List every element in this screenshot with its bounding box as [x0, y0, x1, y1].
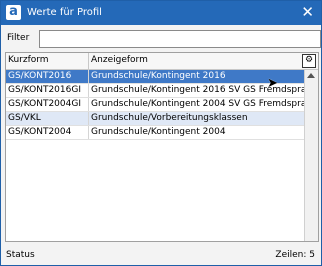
- table-row[interactable]: GS/KONT2016GI Grundschule/Kontingent 201…: [6, 84, 304, 98]
- scroll-up-icon[interactable]: [307, 73, 315, 78]
- cell-anzeigeform: Grundschule/Vorbereitungsklassen: [88, 112, 248, 125]
- table-header: Kurzform Anzeigeform ⚙: [6, 53, 318, 70]
- mouse-pointer-icon: ➤: [267, 76, 278, 91]
- cell-kurzform: GS/VKL: [8, 113, 41, 123]
- cell-anzeigeform: Grundschule/Kontingent 2004: [88, 126, 226, 139]
- table-row[interactable]: GS/VKL Grundschule/Vorbereitungsklassen: [6, 112, 304, 126]
- filter-input[interactable]: [39, 30, 321, 48]
- cell-kurzform: GS/KONT2016: [8, 71, 72, 81]
- filter-label: Filter: [7, 33, 30, 43]
- column-header-anzeigeform[interactable]: Anzeigeform: [88, 53, 148, 69]
- title-bar: a Werte für Profil ✕: [1, 1, 321, 25]
- app-logo-icon: a: [6, 5, 21, 20]
- table-row[interactable]: GS/KONT2004 Grundschule/Kontingent 2004: [6, 126, 304, 140]
- table-row[interactable]: GS/KONT2004GI Grundschule/Kontingent 200…: [6, 98, 304, 112]
- column-settings-icon[interactable]: ⚙: [302, 54, 316, 68]
- cell-kurzform: GS/KONT2016GI: [8, 85, 81, 95]
- vertical-scrollbar[interactable]: [304, 70, 318, 241]
- cell-anzeigeform: Grundschule/Kontingent 2016: [88, 70, 226, 83]
- column-header-kurzform[interactable]: Kurzform: [8, 53, 49, 68]
- close-icon[interactable]: ✕: [301, 4, 314, 20]
- cell-kurzform: GS/KONT2004GI: [8, 99, 81, 109]
- window-title: Werte für Profil: [27, 7, 102, 18]
- cell-anzeigeform: Grundschule/Kontingent 2004 SV GS Fremds…: [88, 98, 304, 111]
- profile-values-dialog: a Werte für Profil ✕ Filter Kurzform Anz…: [0, 0, 322, 266]
- status-label: Status: [6, 250, 35, 260]
- row-count: Zeilen: 5: [275, 250, 315, 260]
- cell-kurzform: GS/KONT2004: [8, 127, 72, 137]
- table-row[interactable]: GS/KONT2016 Grundschule/Kontingent 2016: [6, 70, 304, 84]
